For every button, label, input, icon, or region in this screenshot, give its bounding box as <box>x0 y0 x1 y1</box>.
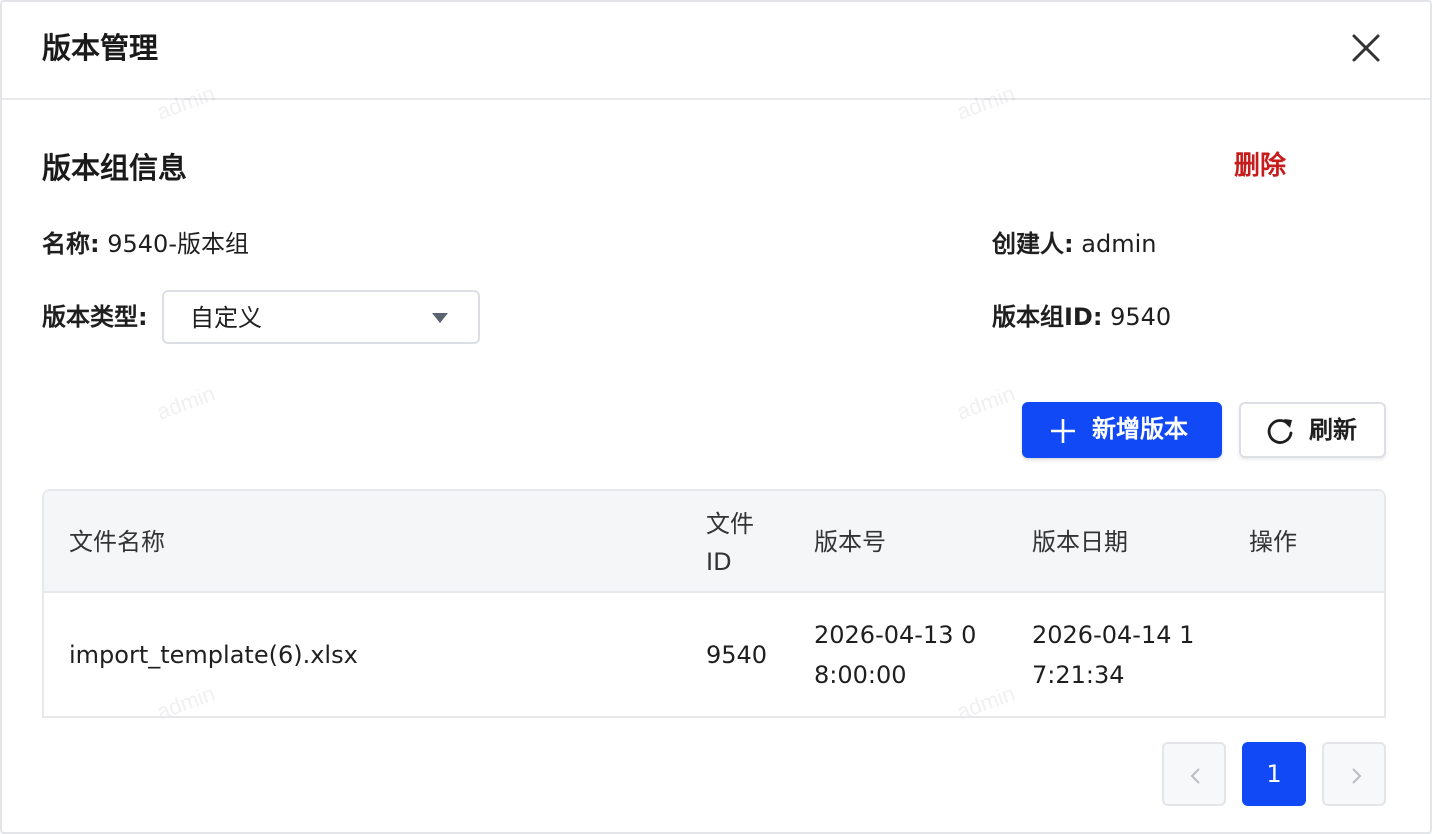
close-icon[interactable] <box>1346 28 1386 68</box>
delete-link[interactable]: 删除 <box>1234 146 1286 186</box>
refresh-label: 刷新 <box>1309 416 1357 444</box>
column-header-date: 版本日期 <box>1032 528 1128 556</box>
cell-file-id: 9540 <box>706 641 768 669</box>
refresh-icon <box>1267 419 1293 444</box>
creator-value: admin <box>1081 230 1157 258</box>
group-name-value: 9540-版本组 <box>107 230 249 258</box>
version-management-dialog: 版本管理 admin admin admin admin admin admin… <box>0 0 1432 834</box>
watermark: admin <box>153 380 219 425</box>
group-id-row: 版本组ID: 9540 <box>992 300 1171 334</box>
cell-version: 2026-04-13 0 8:00:00 <box>814 621 977 689</box>
column-header-file-name: 文件名称 <box>69 528 165 556</box>
add-version-button[interactable]: 新增版本 <box>1022 402 1222 458</box>
cell-file-name: import_template(6).xlsx <box>69 641 358 669</box>
watermark: admin <box>953 380 1019 425</box>
group-id-label: 版本组ID: <box>992 303 1103 331</box>
column-header-file-id: 文件 ID <box>706 510 754 576</box>
add-version-label: 新增版本 <box>1092 415 1188 443</box>
creator-row: 创建人: admin <box>992 227 1156 261</box>
page-number-button[interactable]: 1 <box>1242 742 1306 806</box>
version-type-label: 版本类型: <box>42 300 148 334</box>
chevron-left-icon <box>1190 768 1200 784</box>
cell-date: 2026-04-14 1 7:21:34 <box>1032 621 1195 689</box>
version-type-value: 自定义 <box>190 304 262 332</box>
prev-page-button[interactable] <box>1162 742 1226 806</box>
version-table: 文件名称 文件 ID 版本号 版本日期 操作 import_template(6… <box>42 489 1386 718</box>
caret-down-icon <box>432 313 448 323</box>
section-title: 版本组信息 <box>42 151 188 185</box>
group-id-value: 9540 <box>1110 303 1172 331</box>
creator-label: 创建人: <box>992 230 1074 258</box>
next-page-button[interactable] <box>1322 742 1386 806</box>
version-type-label-text: 版本类型: <box>42 303 148 331</box>
refresh-button[interactable]: 刷新 <box>1239 402 1386 458</box>
dialog-header: 版本管理 <box>2 2 1430 100</box>
group-name-label: 名称: <box>42 230 100 258</box>
plus-icon <box>1051 419 1075 443</box>
chevron-right-icon <box>1352 768 1362 784</box>
column-header-action: 操作 <box>1249 528 1297 556</box>
table-header: 文件名称 文件 ID 版本号 版本日期 操作 <box>44 491 1384 593</box>
column-header-version: 版本号 <box>814 528 886 556</box>
dialog-title: 版本管理 <box>42 31 159 65</box>
group-name-row: 名称: 9540-版本组 <box>42 227 249 261</box>
version-type-select[interactable]: 自定义 <box>162 290 480 344</box>
